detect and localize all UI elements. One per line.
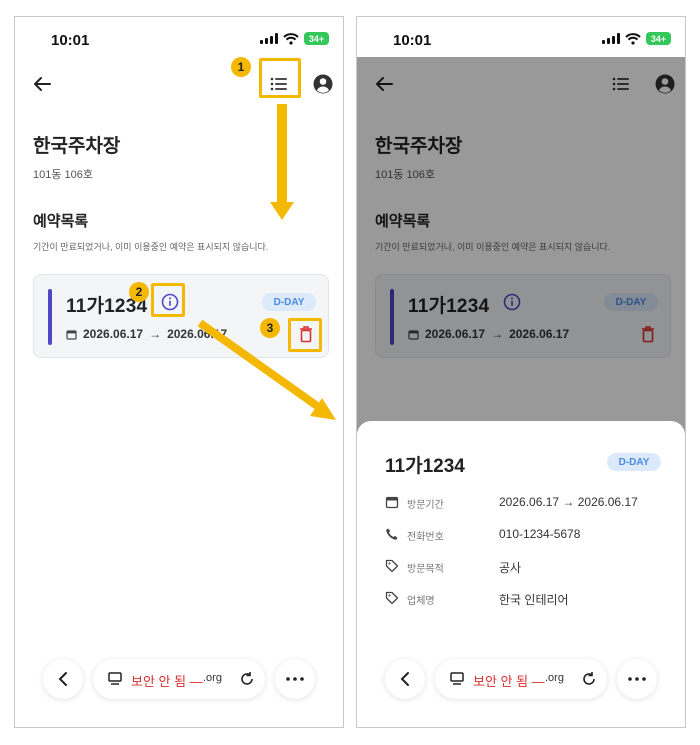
browser-bottom-bar: 보안 안 됨 — .org	[43, 657, 315, 701]
calendar-icon	[66, 329, 77, 340]
callout-1: 1	[231, 57, 251, 77]
card-accent-bar	[48, 289, 52, 345]
browser-back-button[interactable]	[385, 659, 425, 699]
browser-bottom-bar: 보안 안 됨 — .org	[385, 657, 657, 701]
address-bar[interactable]: 보안 안 됨 — .org	[93, 659, 265, 699]
reload-icon[interactable]	[239, 671, 255, 687]
back-arrow-icon[interactable]	[31, 73, 53, 95]
wifi-icon	[625, 32, 641, 45]
highlight-info	[151, 283, 185, 317]
phone-icon	[386, 528, 398, 540]
signal-icon	[260, 33, 278, 44]
tag-icon	[385, 591, 399, 605]
chevron-left-icon	[400, 672, 409, 686]
section-title: 예약목록	[33, 213, 89, 230]
page-title: 한국주차장	[33, 136, 121, 157]
profile-icon[interactable]	[312, 73, 334, 95]
reload-icon[interactable]	[581, 671, 597, 687]
more-button[interactable]	[617, 659, 657, 699]
sheet-dday-badge: D-DAY	[607, 453, 661, 471]
tabs-icon	[108, 672, 122, 685]
detail-value: 2026.06.17 → 2026.06.17	[499, 495, 638, 509]
detail-row-purpose: 방문목적 공사	[385, 557, 675, 577]
security-warning: 보안 안 됨 —	[131, 674, 203, 689]
detail-row-period: 방문기간 2026.06.17 → 2026.06.17	[385, 493, 675, 513]
address-bar[interactable]: 보안 안 됨 — .org	[435, 659, 607, 699]
detail-row-company: 업체명 한국 인테리어	[385, 589, 675, 609]
signal-icon	[602, 33, 620, 44]
browser-back-button[interactable]	[43, 659, 83, 699]
dday-badge: D-DAY	[262, 293, 316, 311]
calendar-icon	[385, 496, 399, 509]
phone-screen-detail: 10:01 34+ 한국주차장 101동 106호 예약목록 기간이 만료되었거…	[356, 16, 686, 728]
tutorial-stage: 10:01 34+ 한국주차장 101동 106호 예약목록 기간이 만료되었거…	[0, 0, 700, 745]
highlight-menu	[259, 58, 301, 98]
more-dots-icon	[286, 677, 304, 681]
security-warning: 보안 안 됨 —	[473, 674, 545, 689]
detail-label: 업체명	[407, 596, 435, 607]
detail-value: 010-1234-5678	[499, 527, 581, 541]
detail-value: 공사	[499, 561, 522, 575]
detail-label: 전화번호	[407, 532, 444, 543]
sheet-plate-number: 11가1234	[385, 456, 465, 477]
callout-3: 3	[260, 318, 280, 338]
detail-row-phone: 전화번호 010-1234-5678	[385, 525, 675, 545]
unit-label: 101동 106호	[33, 169, 94, 181]
phone-screen-list: 10:01 34+ 한국주차장 101동 106호 예약목록 기간이 만료되었거…	[14, 16, 344, 728]
highlight-trash	[288, 318, 322, 352]
domain-text: .org	[545, 672, 564, 684]
start-date: 2026.06.17	[83, 327, 144, 341]
tag-icon	[385, 559, 399, 573]
domain-text: .org	[203, 672, 222, 684]
reservation-dates: 2026.06.17 → 2026.06.17	[66, 327, 227, 341]
end-date: 2026.06.17	[167, 327, 228, 341]
detail-label: 방문목적	[407, 564, 444, 575]
tabs-icon	[450, 672, 464, 685]
battery-icon: 34+	[646, 32, 671, 45]
callout-2: 2	[129, 282, 149, 302]
more-dots-icon	[628, 677, 646, 681]
date-arrow: →	[149, 327, 162, 341]
section-note: 기간이 만료되었거나, 이미 이용중인 예약은 표시되지 않습니다.	[33, 242, 269, 252]
status-bar: 10:01 34+	[357, 17, 685, 61]
status-bar: 10:01 34+	[15, 17, 343, 61]
detail-label: 방문기간	[407, 500, 444, 511]
chevron-left-icon	[58, 672, 67, 686]
more-button[interactable]	[275, 659, 315, 699]
status-time: 10:01	[51, 32, 90, 49]
detail-value: 한국 인테리어	[499, 593, 569, 607]
wifi-icon	[283, 32, 299, 45]
status-time: 10:01	[393, 32, 432, 49]
battery-icon: 34+	[304, 32, 329, 45]
